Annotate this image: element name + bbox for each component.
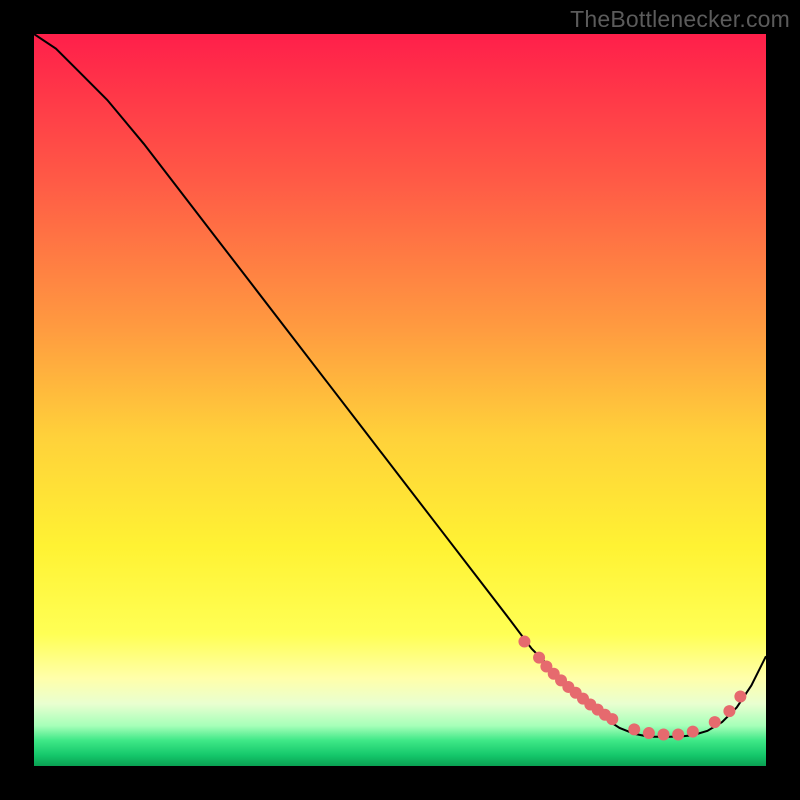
- highlight-dot: [518, 636, 530, 648]
- highlight-dot: [723, 705, 735, 717]
- highlight-dot: [606, 713, 618, 725]
- chart-svg: [34, 34, 766, 766]
- highlight-dot: [643, 727, 655, 739]
- highlight-dot: [734, 690, 746, 702]
- highlight-dot: [672, 729, 684, 741]
- highlight-dot: [687, 726, 699, 738]
- highlight-dot: [709, 716, 721, 728]
- watermark-text: TheBottlenecker.com: [570, 6, 790, 33]
- chart-frame: TheBottlenecker.com: [0, 0, 800, 800]
- plot-area: [34, 34, 766, 766]
- highlight-dot: [628, 723, 640, 735]
- highlight-dot: [658, 729, 670, 741]
